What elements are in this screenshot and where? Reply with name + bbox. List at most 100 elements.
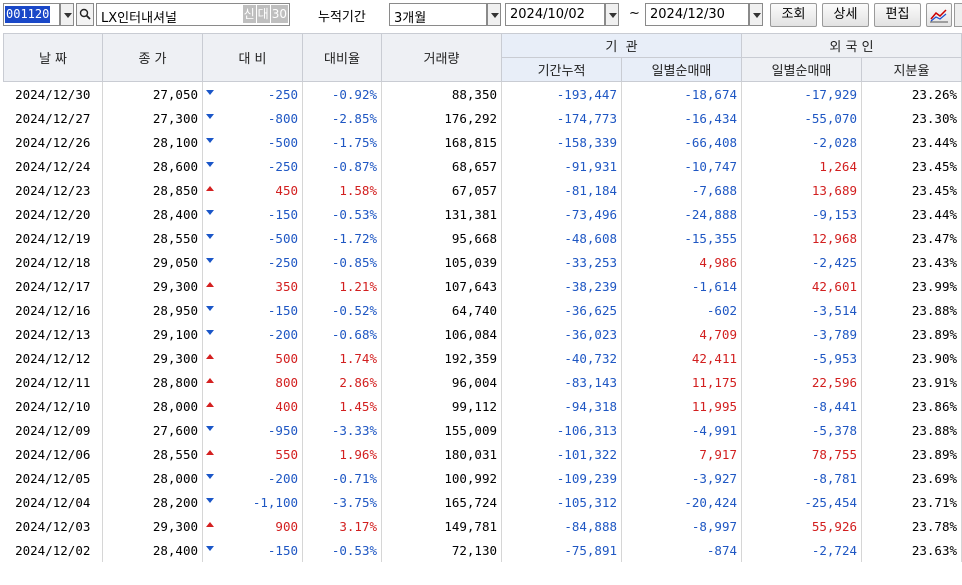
stock-code-field[interactable]: 001120: [3, 3, 60, 26]
cell-date: 2024/12/17: [3, 274, 103, 298]
table-row[interactable]: 2024/12/16 28,950 -150 -0.52% 64,740 -36,625-…: [3, 298, 962, 322]
cell-close: 28,100: [102, 130, 203, 154]
cell-date: 2024/12/06: [3, 442, 103, 466]
down-arrow-icon: [206, 162, 214, 167]
change-value: -150: [267, 302, 298, 318]
date-to-dropdown[interactable]: [749, 3, 763, 26]
cell-foreign-ratio: 23.86%: [861, 394, 962, 418]
up-arrow-icon: [206, 522, 214, 527]
cell-foreign-ratio: 23.63%: [861, 538, 962, 562]
loan-tag: 대: [256, 5, 270, 23]
cell-rate: 1.21%: [302, 274, 382, 298]
code-dropdown-button[interactable]: [60, 3, 74, 26]
table-row[interactable]: 2024/12/27 27,300 -800 -2.85% 176,292 -174,77…: [3, 106, 962, 130]
table-row[interactable]: 2024/12/03 29,300 900 3.17% 149,781 -84,888 -8…: [3, 514, 962, 538]
header-foreign-daily[interactable]: 일별순매매: [741, 57, 862, 82]
header-inst-cumulative[interactable]: 기간누적: [501, 57, 622, 82]
change-value: 450: [275, 182, 298, 198]
header-close[interactable]: 종 가: [102, 33, 203, 82]
table-row[interactable]: 2024/12/13 29,100 -200 -0.68% 106,084 -36,023…: [3, 322, 962, 346]
cell-inst-daily: 42,411: [621, 346, 742, 370]
date-to-value: 2024/12/30: [650, 7, 725, 22]
table-row[interactable]: 2024/12/12 29,300 500 1.74% 192,359 -40,732 42…: [3, 346, 962, 370]
table-row[interactable]: 2024/12/19 28,550 -500 -1.72% 95,668 -48,608-…: [3, 226, 962, 250]
table-row[interactable]: 2024/12/05 28,000 -200 -0.71% 100,992 -109,23…: [3, 466, 962, 490]
cell-change: -150: [202, 538, 303, 562]
table-row[interactable]: 2024/12/23 28,850 450 1.58% 67,057 -81,184 -7,…: [3, 178, 962, 202]
search-button[interactable]: [76, 3, 94, 26]
cell-close: 28,800: [102, 370, 203, 394]
cell-volume: 88,350: [381, 81, 502, 106]
table-row[interactable]: 2024/12/18 29,050 -250 -0.85% 105,039 -33,253…: [3, 250, 962, 274]
header-volume[interactable]: 거래량: [381, 33, 502, 82]
cell-foreign-daily: 42,601: [741, 274, 862, 298]
table-row[interactable]: 2024/12/11 28,800 800 2.86% 96,004 -83,143 11,…: [3, 370, 962, 394]
cell-foreign-daily: -2,724: [741, 538, 862, 562]
table-row[interactable]: 2024/12/17 29,300 350 1.21% 107,643 -38,239 -1…: [3, 274, 962, 298]
cell-foreign-ratio: 23.78%: [861, 514, 962, 538]
cell-rate: 1.74%: [302, 346, 382, 370]
table-row[interactable]: 2024/12/24 28,600 -250 -0.87% 68,657 -91,931-…: [3, 154, 962, 178]
cell-change: -800: [202, 106, 303, 130]
date-from-dropdown[interactable]: [605, 3, 619, 26]
cell-rate: -1.75%: [302, 130, 382, 154]
date-from-field[interactable]: 2024/10/02: [505, 3, 605, 26]
company-name-field[interactable]: LX인터내셔널 신 대 30: [96, 3, 290, 26]
cell-close: 27,050: [102, 81, 203, 106]
cell-change: -250: [202, 154, 303, 178]
cell-close: 28,000: [102, 466, 203, 490]
toolbar-overflow-button[interactable]: [954, 3, 962, 27]
table-row[interactable]: 2024/12/20 28,400 -150 -0.53% 131,381 -73,496…: [3, 202, 962, 226]
cell-change: -500: [202, 226, 303, 250]
cell-volume: 99,112: [381, 394, 502, 418]
cell-date: 2024/12/30: [3, 81, 103, 106]
table-row[interactable]: 2024/12/04 28,200 -1,100 -3.75% 165,724 -105,…: [3, 490, 962, 514]
cell-change: 400: [202, 394, 303, 418]
date-to-field[interactable]: 2024/12/30: [645, 3, 749, 26]
header-change[interactable]: 대 비: [202, 33, 303, 82]
cell-inst-daily: -24,888: [621, 202, 742, 226]
edit-button[interactable]: 편집: [874, 3, 921, 27]
cell-foreign-ratio: 23.89%: [861, 442, 962, 466]
change-value: -250: [267, 254, 298, 270]
cell-inst-daily: -3,927: [621, 466, 742, 490]
period-select[interactable]: 3개월: [389, 3, 487, 26]
period-dropdown-button[interactable]: [487, 3, 501, 26]
chart-button[interactable]: [926, 3, 952, 27]
table-row[interactable]: 2024/12/30 27,050 -250 -0.92% 88,350 -193,447…: [3, 81, 962, 106]
table-row[interactable]: 2024/12/06 28,550 550 1.96% 180,031 -101,322 7…: [3, 442, 962, 466]
cell-rate: -0.52%: [302, 298, 382, 322]
cell-foreign-daily: 22,596: [741, 370, 862, 394]
change-value: 400: [275, 398, 298, 414]
header-foreign-ratio[interactable]: 지분율: [861, 57, 962, 82]
down-arrow-icon: [206, 498, 214, 503]
toolbar: 001120 LX인터내셔널 신 대 30 누적기간 3개월 2024/10/0…: [0, 0, 962, 31]
header-inst-daily[interactable]: 일별순매매: [621, 57, 742, 82]
table-row[interactable]: 2024/12/09 27,600 -950 -3.33% 155,009 -106,31…: [3, 418, 962, 442]
cell-change: -950: [202, 418, 303, 442]
table-row[interactable]: 2024/12/26 28,100 -500 -1.75% 168,815 -158,33…: [3, 130, 962, 154]
cell-inst-daily: -66,408: [621, 130, 742, 154]
up-arrow-icon: [206, 378, 214, 383]
cell-close: 28,550: [102, 442, 203, 466]
header-date[interactable]: 날 짜: [3, 33, 103, 82]
up-arrow-icon: [206, 402, 214, 407]
detail-button[interactable]: 상세: [822, 3, 869, 27]
cell-volume: 96,004: [381, 370, 502, 394]
header-rate[interactable]: 대비율: [302, 33, 382, 82]
cell-inst-daily: -8,997: [621, 514, 742, 538]
cell-rate: -0.87%: [302, 154, 382, 178]
down-arrow-icon: [206, 330, 214, 335]
cell-close: 29,300: [102, 346, 203, 370]
company-name: LX인터내셔널: [101, 11, 177, 26]
cell-foreign-ratio: 23.30%: [861, 106, 962, 130]
cell-volume: 67,057: [381, 178, 502, 202]
down-arrow-icon: [206, 546, 214, 551]
up-arrow-icon: [206, 450, 214, 455]
query-button[interactable]: 조회: [770, 3, 817, 27]
table-row[interactable]: 2024/12/02 28,400 -150 -0.53% 72,130 -75,891-…: [3, 538, 962, 562]
cell-date: 2024/12/12: [3, 346, 103, 370]
cell-inst-cumulative: -38,239: [501, 274, 622, 298]
cell-date: 2024/12/05: [3, 466, 103, 490]
table-row[interactable]: 2024/12/10 28,000 400 1.45% 99,112 -94,318 11,…: [3, 394, 962, 418]
